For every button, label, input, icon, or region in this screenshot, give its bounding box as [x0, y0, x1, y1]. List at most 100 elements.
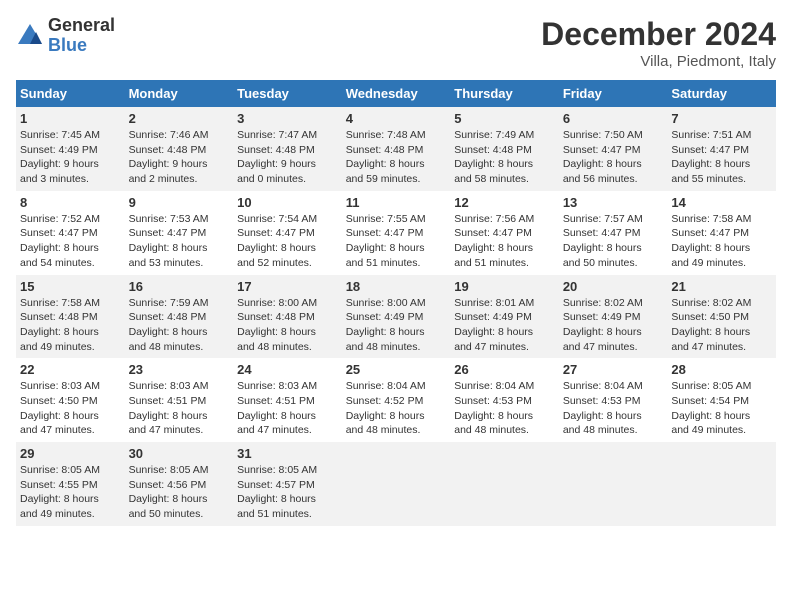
day-number: 31: [237, 446, 338, 461]
calendar-week-2: 8 Sunrise: 7:52 AMSunset: 4:47 PMDaylight…: [16, 191, 776, 275]
day-number: 4: [346, 111, 447, 126]
day-detail: Sunrise: 8:04 AMSunset: 4:53 PMDaylight:…: [563, 380, 643, 436]
day-number: 11: [346, 195, 447, 210]
table-row: 30 Sunrise: 8:05 AMSunset: 4:56 PMDayligh…: [125, 442, 234, 526]
table-row: 8 Sunrise: 7:52 AMSunset: 4:47 PMDaylight…: [16, 191, 125, 275]
table-row: 6Sunrise: 7:50 AMSunset: 4:47 PMDaylight…: [559, 107, 668, 191]
day-number: 28: [671, 362, 772, 377]
day-number: 3: [237, 111, 338, 126]
day-number: 23: [129, 362, 230, 377]
table-row: 2 Sunrise: 7:46 AMSunset: 4:48 PMDaylight…: [125, 107, 234, 191]
day-number: 29: [20, 446, 121, 461]
day-detail: Sunrise: 8:04 AMSunset: 4:53 PMDaylight:…: [454, 380, 534, 436]
table-row: 20Sunrise: 8:02 AMSunset: 4:49 PMDayligh…: [559, 275, 668, 359]
table-row: 12 Sunrise: 7:56 AMSunset: 4:47 PMDayligh…: [450, 191, 559, 275]
day-detail: Sunrise: 7:49 AMSunset: 4:48 PMDaylight:…: [454, 129, 534, 185]
day-number: 9: [129, 195, 230, 210]
day-number: 25: [346, 362, 447, 377]
day-detail: Sunrise: 8:05 AMSunset: 4:57 PMDaylight:…: [237, 464, 317, 520]
col-tuesday: Tuesday: [233, 80, 342, 107]
table-row: 7 Sunrise: 7:51 AMSunset: 4:47 PMDaylight…: [667, 107, 776, 191]
table-row: [450, 442, 559, 526]
day-detail: Sunrise: 8:03 AMSunset: 4:51 PMDaylight:…: [237, 380, 317, 436]
day-detail: Sunrise: 8:05 AMSunset: 4:55 PMDaylight:…: [20, 464, 100, 520]
day-number: 10: [237, 195, 338, 210]
table-row: 21 Sunrise: 8:02 AMSunset: 4:50 PMDayligh…: [667, 275, 776, 359]
table-row: [559, 442, 668, 526]
table-row: 18 Sunrise: 8:00 AMSunset: 4:49 PMDayligh…: [342, 275, 451, 359]
day-number: 2: [129, 111, 230, 126]
day-number: 18: [346, 279, 447, 294]
calendar-week-5: 29 Sunrise: 8:05 AMSunset: 4:55 PMDayligh…: [16, 442, 776, 526]
col-monday: Monday: [125, 80, 234, 107]
day-detail: Sunrise: 7:58 AMSunset: 4:47 PMDaylight:…: [671, 213, 751, 269]
logo-text: General Blue: [48, 16, 115, 56]
day-detail: Sunrise: 8:05 AMSunset: 4:54 PMDaylight:…: [671, 380, 751, 436]
day-number: 15: [20, 279, 121, 294]
day-detail: Sunrise: 7:53 AMSunset: 4:47 PMDaylight:…: [129, 213, 209, 269]
page-header: General Blue December 2024 Villa, Piedmo…: [16, 16, 776, 70]
day-number: 16: [129, 279, 230, 294]
table-row: 27 Sunrise: 8:04 AMSunset: 4:53 PMDayligh…: [559, 358, 668, 442]
table-row: [667, 442, 776, 526]
col-thursday: Thursday: [450, 80, 559, 107]
table-row: 5Sunrise: 7:49 AMSunset: 4:48 PMDaylight…: [450, 107, 559, 191]
table-row: 15 Sunrise: 7:58 AMSunset: 4:48 PMDayligh…: [16, 275, 125, 359]
day-detail: Sunrise: 7:47 AMSunset: 4:48 PMDaylight:…: [237, 129, 317, 185]
col-wednesday: Wednesday: [342, 80, 451, 107]
day-number: 8: [20, 195, 121, 210]
table-row: [342, 442, 451, 526]
col-friday: Friday: [559, 80, 668, 107]
table-row: 26Sunrise: 8:04 AMSunset: 4:53 PMDayligh…: [450, 358, 559, 442]
day-number: 27: [563, 362, 664, 377]
logo: General Blue: [16, 16, 115, 56]
calendar-week-3: 15 Sunrise: 7:58 AMSunset: 4:48 PMDayligh…: [16, 275, 776, 359]
calendar-table: Sunday Monday Tuesday Wednesday Thursday…: [16, 80, 776, 526]
day-detail: Sunrise: 8:03 AMSunset: 4:50 PMDaylight:…: [20, 380, 100, 436]
day-detail: Sunrise: 7:56 AMSunset: 4:47 PMDaylight:…: [454, 213, 534, 269]
day-detail: Sunrise: 8:04 AMSunset: 4:52 PMDaylight:…: [346, 380, 426, 436]
logo-icon: [16, 22, 44, 50]
day-detail: Sunrise: 8:05 AMSunset: 4:56 PMDaylight:…: [129, 464, 209, 520]
table-row: 1Sunrise: 7:45 AMSunset: 4:49 PMDaylight…: [16, 107, 125, 191]
day-detail: Sunrise: 7:58 AMSunset: 4:48 PMDaylight:…: [20, 297, 100, 353]
day-detail: Sunrise: 7:46 AMSunset: 4:48 PMDaylight:…: [129, 129, 209, 185]
day-detail: Sunrise: 7:59 AMSunset: 4:48 PMDaylight:…: [129, 297, 209, 353]
table-row: 11 Sunrise: 7:55 AMSunset: 4:47 PMDayligh…: [342, 191, 451, 275]
table-row: 17Sunrise: 8:00 AMSunset: 4:48 PMDayligh…: [233, 275, 342, 359]
day-number: 12: [454, 195, 555, 210]
location: Villa, Piedmont, Italy: [541, 53, 776, 70]
col-sunday: Sunday: [16, 80, 125, 107]
logo-general: General: [48, 16, 115, 36]
day-number: 21: [671, 279, 772, 294]
day-number: 13: [563, 195, 664, 210]
title-block: December 2024 Villa, Piedmont, Italy: [541, 16, 776, 70]
day-number: 14: [671, 195, 772, 210]
table-row: 24 Sunrise: 8:03 AMSunset: 4:51 PMDayligh…: [233, 358, 342, 442]
day-number: 30: [129, 446, 230, 461]
day-number: 7: [671, 111, 772, 126]
month-title: December 2024: [541, 16, 776, 53]
day-detail: Sunrise: 8:00 AMSunset: 4:49 PMDaylight:…: [346, 297, 426, 353]
day-number: 6: [563, 111, 664, 126]
table-row: 22 Sunrise: 8:03 AMSunset: 4:50 PMDayligh…: [16, 358, 125, 442]
day-detail: Sunrise: 7:52 AMSunset: 4:47 PMDaylight:…: [20, 213, 100, 269]
calendar-header-row: Sunday Monday Tuesday Wednesday Thursday…: [16, 80, 776, 107]
table-row: 29 Sunrise: 8:05 AMSunset: 4:55 PMDayligh…: [16, 442, 125, 526]
day-detail: Sunrise: 8:01 AMSunset: 4:49 PMDaylight:…: [454, 297, 534, 353]
day-number: 24: [237, 362, 338, 377]
day-detail: Sunrise: 7:55 AMSunset: 4:47 PMDaylight:…: [346, 213, 426, 269]
day-detail: Sunrise: 8:02 AMSunset: 4:50 PMDaylight:…: [671, 297, 751, 353]
table-row: 9 Sunrise: 7:53 AMSunset: 4:47 PMDaylight…: [125, 191, 234, 275]
day-detail: Sunrise: 7:54 AMSunset: 4:47 PMDaylight:…: [237, 213, 317, 269]
table-row: 14 Sunrise: 7:58 AMSunset: 4:47 PMDayligh…: [667, 191, 776, 275]
day-number: 17: [237, 279, 338, 294]
table-row: 25 Sunrise: 8:04 AMSunset: 4:52 PMDayligh…: [342, 358, 451, 442]
table-row: 4Sunrise: 7:48 AMSunset: 4:48 PMDaylight…: [342, 107, 451, 191]
day-number: 20: [563, 279, 664, 294]
table-row: 31 Sunrise: 8:05 AMSunset: 4:57 PMDayligh…: [233, 442, 342, 526]
day-number: 22: [20, 362, 121, 377]
day-number: 19: [454, 279, 555, 294]
day-detail: Sunrise: 7:51 AMSunset: 4:47 PMDaylight:…: [671, 129, 751, 185]
table-row: 10 Sunrise: 7:54 AMSunset: 4:47 PMDayligh…: [233, 191, 342, 275]
